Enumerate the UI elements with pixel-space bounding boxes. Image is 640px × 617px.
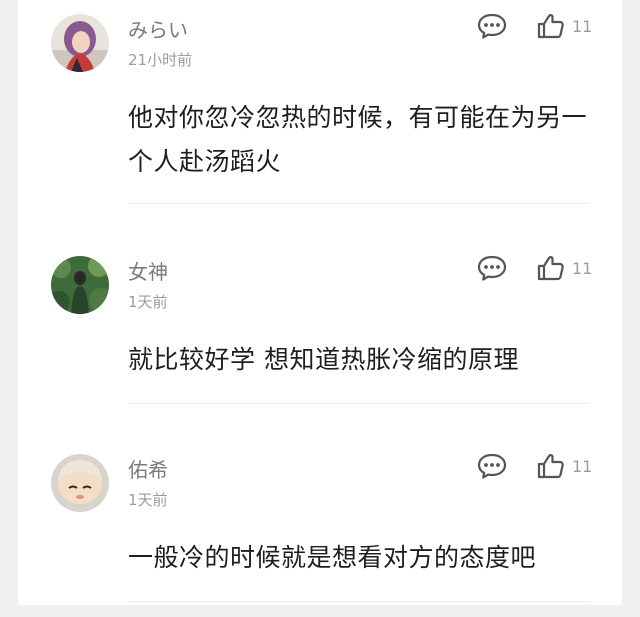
avatar[interactable] — [51, 14, 109, 72]
comment-text: 一般冷的时候就是想看对方的态度吧 — [128, 543, 537, 572]
avatar[interactable] — [51, 256, 109, 314]
avatar-green-foliage-icon — [51, 256, 109, 314]
reply-button[interactable] — [476, 12, 508, 40]
like-button[interactable]: 11 — [536, 12, 596, 40]
bottom-gutter — [0, 605, 640, 617]
avatar-girl-purple-hair-icon — [51, 14, 109, 72]
username[interactable]: 女神 — [128, 256, 168, 285]
like-count: 11 — [572, 457, 593, 476]
reply-button[interactable] — [476, 452, 508, 480]
reply-button[interactable] — [476, 254, 508, 282]
like-count: 11 — [572, 17, 593, 36]
comment-list-page: みらい 21小时前 11 他对你忽冷忽热的时候，有可能在为另一个人赴汤蹈火 女神… — [0, 0, 640, 617]
comment-bubble-icon — [477, 453, 507, 479]
comment-time: 1天前 — [128, 293, 168, 311]
thumbs-up-icon — [537, 454, 564, 479]
comment-item: 佑希 1天前 11 一般冷的时候就是想看对方的态度吧 — [0, 440, 640, 617]
comment-text: 就比较好学 想知道热胀冷缩的原理 — [128, 345, 519, 374]
username[interactable]: 佑希 — [128, 454, 168, 483]
comment-item: 女神 1天前 11 就比较好学 想知道热胀冷缩的原理 — [0, 242, 640, 442]
thumbs-up-icon — [537, 256, 564, 281]
like-button[interactable]: 11 — [536, 452, 596, 480]
like-button[interactable]: 11 — [536, 254, 596, 282]
comment-item: みらい 21小时前 11 他对你忽冷忽热的时候，有可能在为另一个人赴汤蹈火 — [0, 0, 640, 204]
username[interactable]: みらい — [128, 14, 188, 43]
comment-bubble-icon — [477, 13, 507, 39]
comment-time: 21小时前 — [128, 51, 193, 69]
comment-time: 1天前 — [128, 491, 168, 509]
avatar-child-face-icon — [51, 454, 109, 512]
like-count: 11 — [572, 259, 593, 278]
comment-bubble-icon — [477, 255, 507, 281]
divider — [128, 601, 590, 602]
avatar[interactable] — [51, 454, 109, 512]
divider — [128, 403, 590, 404]
thumbs-up-icon — [537, 14, 564, 39]
comment-text: 他对你忽冷忽热的时候，有可能在为另一个人赴汤蹈火 — [128, 103, 588, 176]
divider — [128, 203, 590, 204]
